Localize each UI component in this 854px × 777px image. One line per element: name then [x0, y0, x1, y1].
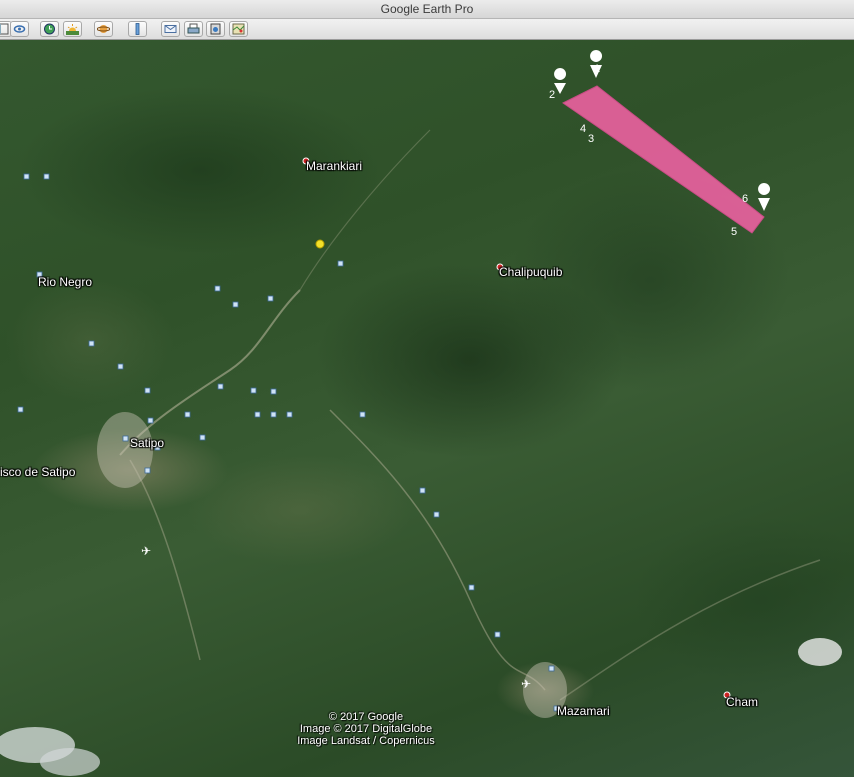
vertex-label-3: 3 [588, 133, 594, 145]
credit-digitalglobe: Image © 2017 DigitalGlobe [299, 723, 433, 735]
yellow-marker [315, 239, 325, 249]
measurement-polygon [562, 85, 765, 234]
sidebar-icon [0, 23, 9, 35]
airport-icon: ✈ [521, 677, 531, 691]
sun-icon [66, 24, 79, 35]
place-label-marankiari[interactable]: Marankiari [306, 159, 362, 173]
credit-google: © 2017 Google [328, 711, 404, 723]
sunlight-button[interactable] [63, 21, 82, 37]
place-label-cham[interactable]: Cham [726, 695, 758, 709]
window-title: Google Earth Pro [380, 2, 474, 16]
vertex-pin-6 [758, 183, 771, 211]
credit-landsat: Image Landsat / Copernicus [297, 735, 435, 747]
printer-icon [187, 23, 200, 34]
save-image-icon [210, 23, 221, 35]
ruler-icon [135, 23, 140, 35]
toolbar [0, 19, 854, 40]
vertex-label-1: 1 [594, 63, 600, 75]
map-icon [232, 23, 245, 35]
vertex-pin-2 [554, 68, 567, 94]
place-label-chalipuquib[interactable]: Chalipuquib [499, 265, 562, 279]
airport-icon: ✈ [141, 544, 151, 558]
vertex-label-5: 5 [731, 226, 737, 238]
vertex-label-4: 4 [580, 123, 586, 135]
map-view[interactable]: 1 2 3 4 5 6 ✈ ✈ Marankiari Chalipuquib R… [0, 40, 854, 777]
save-image-button[interactable] [206, 21, 225, 37]
place-label-rio-negro[interactable]: Rio Negro [38, 275, 92, 289]
ruler-button[interactable] [128, 21, 147, 37]
map-overlay: 1 2 3 4 5 6 ✈ ✈ [0, 50, 842, 776]
envelope-icon [164, 25, 177, 33]
place-label-satipo[interactable]: Satipo [130, 436, 164, 450]
placemark-icon [13, 25, 26, 33]
print-button[interactable] [184, 21, 203, 37]
vertex-label-2: 2 [549, 89, 555, 101]
imagery-credits: © 2017 Google Image © 2017 DigitalGlobe … [0, 711, 732, 747]
clock-icon [44, 23, 55, 35]
historical-imagery-button[interactable] [40, 21, 59, 37]
window-title-bar: Google Earth Pro [0, 0, 854, 19]
planet-icon [97, 25, 110, 33]
vertex-label-6: 6 [742, 193, 748, 205]
switch-to-sky-button[interactable] [94, 21, 113, 37]
view-in-maps-button[interactable] [229, 21, 248, 37]
email-button[interactable] [161, 21, 180, 37]
place-label-francisco-de-satipo[interactable]: isco de Satipo [0, 465, 75, 479]
add-placemark-button[interactable] [10, 21, 29, 37]
